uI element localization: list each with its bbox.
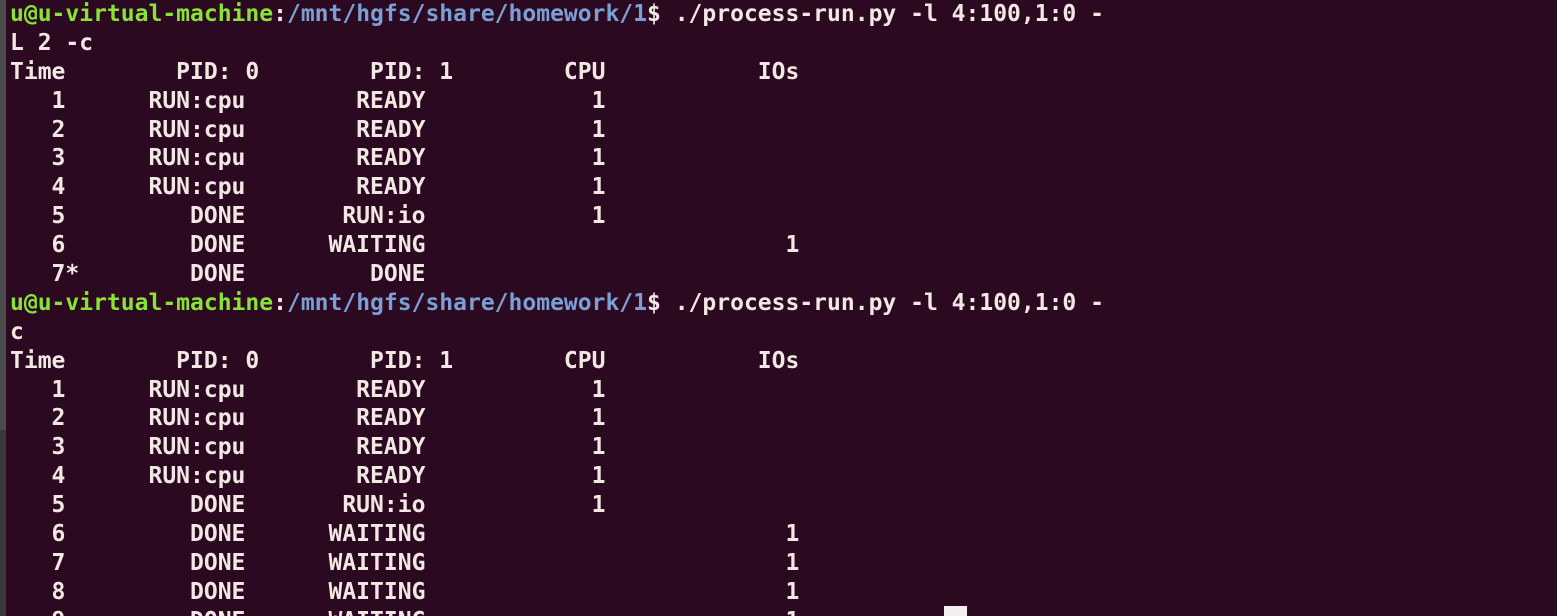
prompt-path: /mnt/hgfs/share/homework/1	[286, 289, 647, 316]
table-row: 4 RUN:cpu READY 1	[6, 462, 1557, 491]
table-row: 7* DONE DONE	[6, 260, 1557, 289]
table-row: 6 DONE WAITING 1	[6, 520, 1557, 549]
prompt-separator: :	[273, 289, 287, 316]
command-1-tail: L 2 -c	[10, 29, 94, 56]
row-text: 1 RUN:cpu READY 1	[10, 376, 606, 403]
table-row: 7 DONE WAITING 1	[6, 549, 1557, 578]
table-row: 2 RUN:cpu READY 1	[6, 116, 1557, 145]
table-row: 4 RUN:cpu READY 1	[6, 173, 1557, 202]
command-2-head: ./process-run.py -l 4:100,1:0 -	[660, 289, 1104, 316]
prompt-user-host: u@u-virtual-machine	[10, 1, 274, 27]
row-text: 7 DONE WAITING 1	[10, 549, 800, 576]
table-header-text: Time PID: 0 PID: 1 CPU IOs	[10, 58, 800, 85]
table-row: 2 RUN:cpu READY 1	[6, 404, 1557, 433]
table-row: 3 RUN:cpu READY 1	[6, 433, 1557, 462]
prompt-line-2: u@u-virtual-machine:/mnt/hgfs/share/home…	[6, 289, 1557, 318]
table-row: 5 DONE RUN:io 1	[6, 202, 1557, 231]
text-cursor	[944, 606, 967, 616]
row-text: 4 RUN:cpu READY 1	[10, 174, 606, 201]
prompt-user-host: u@u-virtual-machine	[10, 289, 274, 316]
row-text: 4 RUN:cpu READY 1	[10, 463, 606, 490]
row-text: 5 DONE RUN:io 1	[10, 203, 606, 230]
command-1-head: ./process-run.py -l 4:100,1:0 -	[660, 1, 1104, 27]
table-header-1: Time PID: 0 PID: 1 CPU IOs	[6, 58, 1557, 87]
prompt-sigil: $	[647, 1, 661, 27]
row-text: 8 DONE WAITING 1	[10, 578, 800, 605]
row-text: 7* DONE DONE	[10, 261, 426, 288]
prompt-sigil: $	[647, 289, 661, 316]
prompt-separator: :	[273, 1, 287, 27]
row-text: 2 RUN:cpu READY 1	[10, 405, 606, 432]
prompt-path: /mnt/hgfs/share/homework/1	[286, 1, 647, 27]
table-row: 6 DONE WAITING 1	[6, 231, 1557, 260]
table-header-2: Time PID: 0 PID: 1 CPU IOs	[6, 347, 1557, 376]
table-row: 5 DONE RUN:io 1	[6, 491, 1557, 520]
command-2-wrap: c	[6, 318, 1557, 347]
prompt-line-1: u@u-virtual-machine:/mnt/hgfs/share/home…	[6, 0, 1557, 29]
command-1-wrap: L 2 -c	[6, 29, 1557, 58]
table-row: 3 RUN:cpu READY 1	[6, 144, 1557, 173]
table-row: 8 DONE WAITING 1	[6, 578, 1557, 607]
terminal-output-area[interactable]: u@u-virtual-machine:/mnt/hgfs/share/home…	[6, 0, 1557, 616]
command-2-tail: c	[10, 318, 24, 345]
table-row: 9 DONE WAITING 1	[6, 607, 1557, 616]
row-text: 5 DONE RUN:io 1	[10, 492, 606, 519]
row-text: 3 RUN:cpu READY 1	[10, 434, 606, 461]
row-text: 1 RUN:cpu READY 1	[10, 87, 606, 114]
table-header-text: Time PID: 0 PID: 1 CPU IOs	[10, 347, 800, 374]
row-text: 9 DONE WAITING 1	[10, 608, 800, 616]
row-text: 3 RUN:cpu READY 1	[10, 145, 606, 172]
row-text: 6 DONE WAITING 1	[10, 232, 800, 259]
row-text: 2 RUN:cpu READY 1	[10, 116, 606, 143]
row-text: 6 DONE WAITING 1	[10, 521, 800, 548]
table-row: 1 RUN:cpu READY 1	[6, 87, 1557, 116]
terminal-screen: u@u-virtual-machine:/mnt/hgfs/share/home…	[0, 0, 1557, 616]
table-row: 1 RUN:cpu READY 1	[6, 376, 1557, 405]
